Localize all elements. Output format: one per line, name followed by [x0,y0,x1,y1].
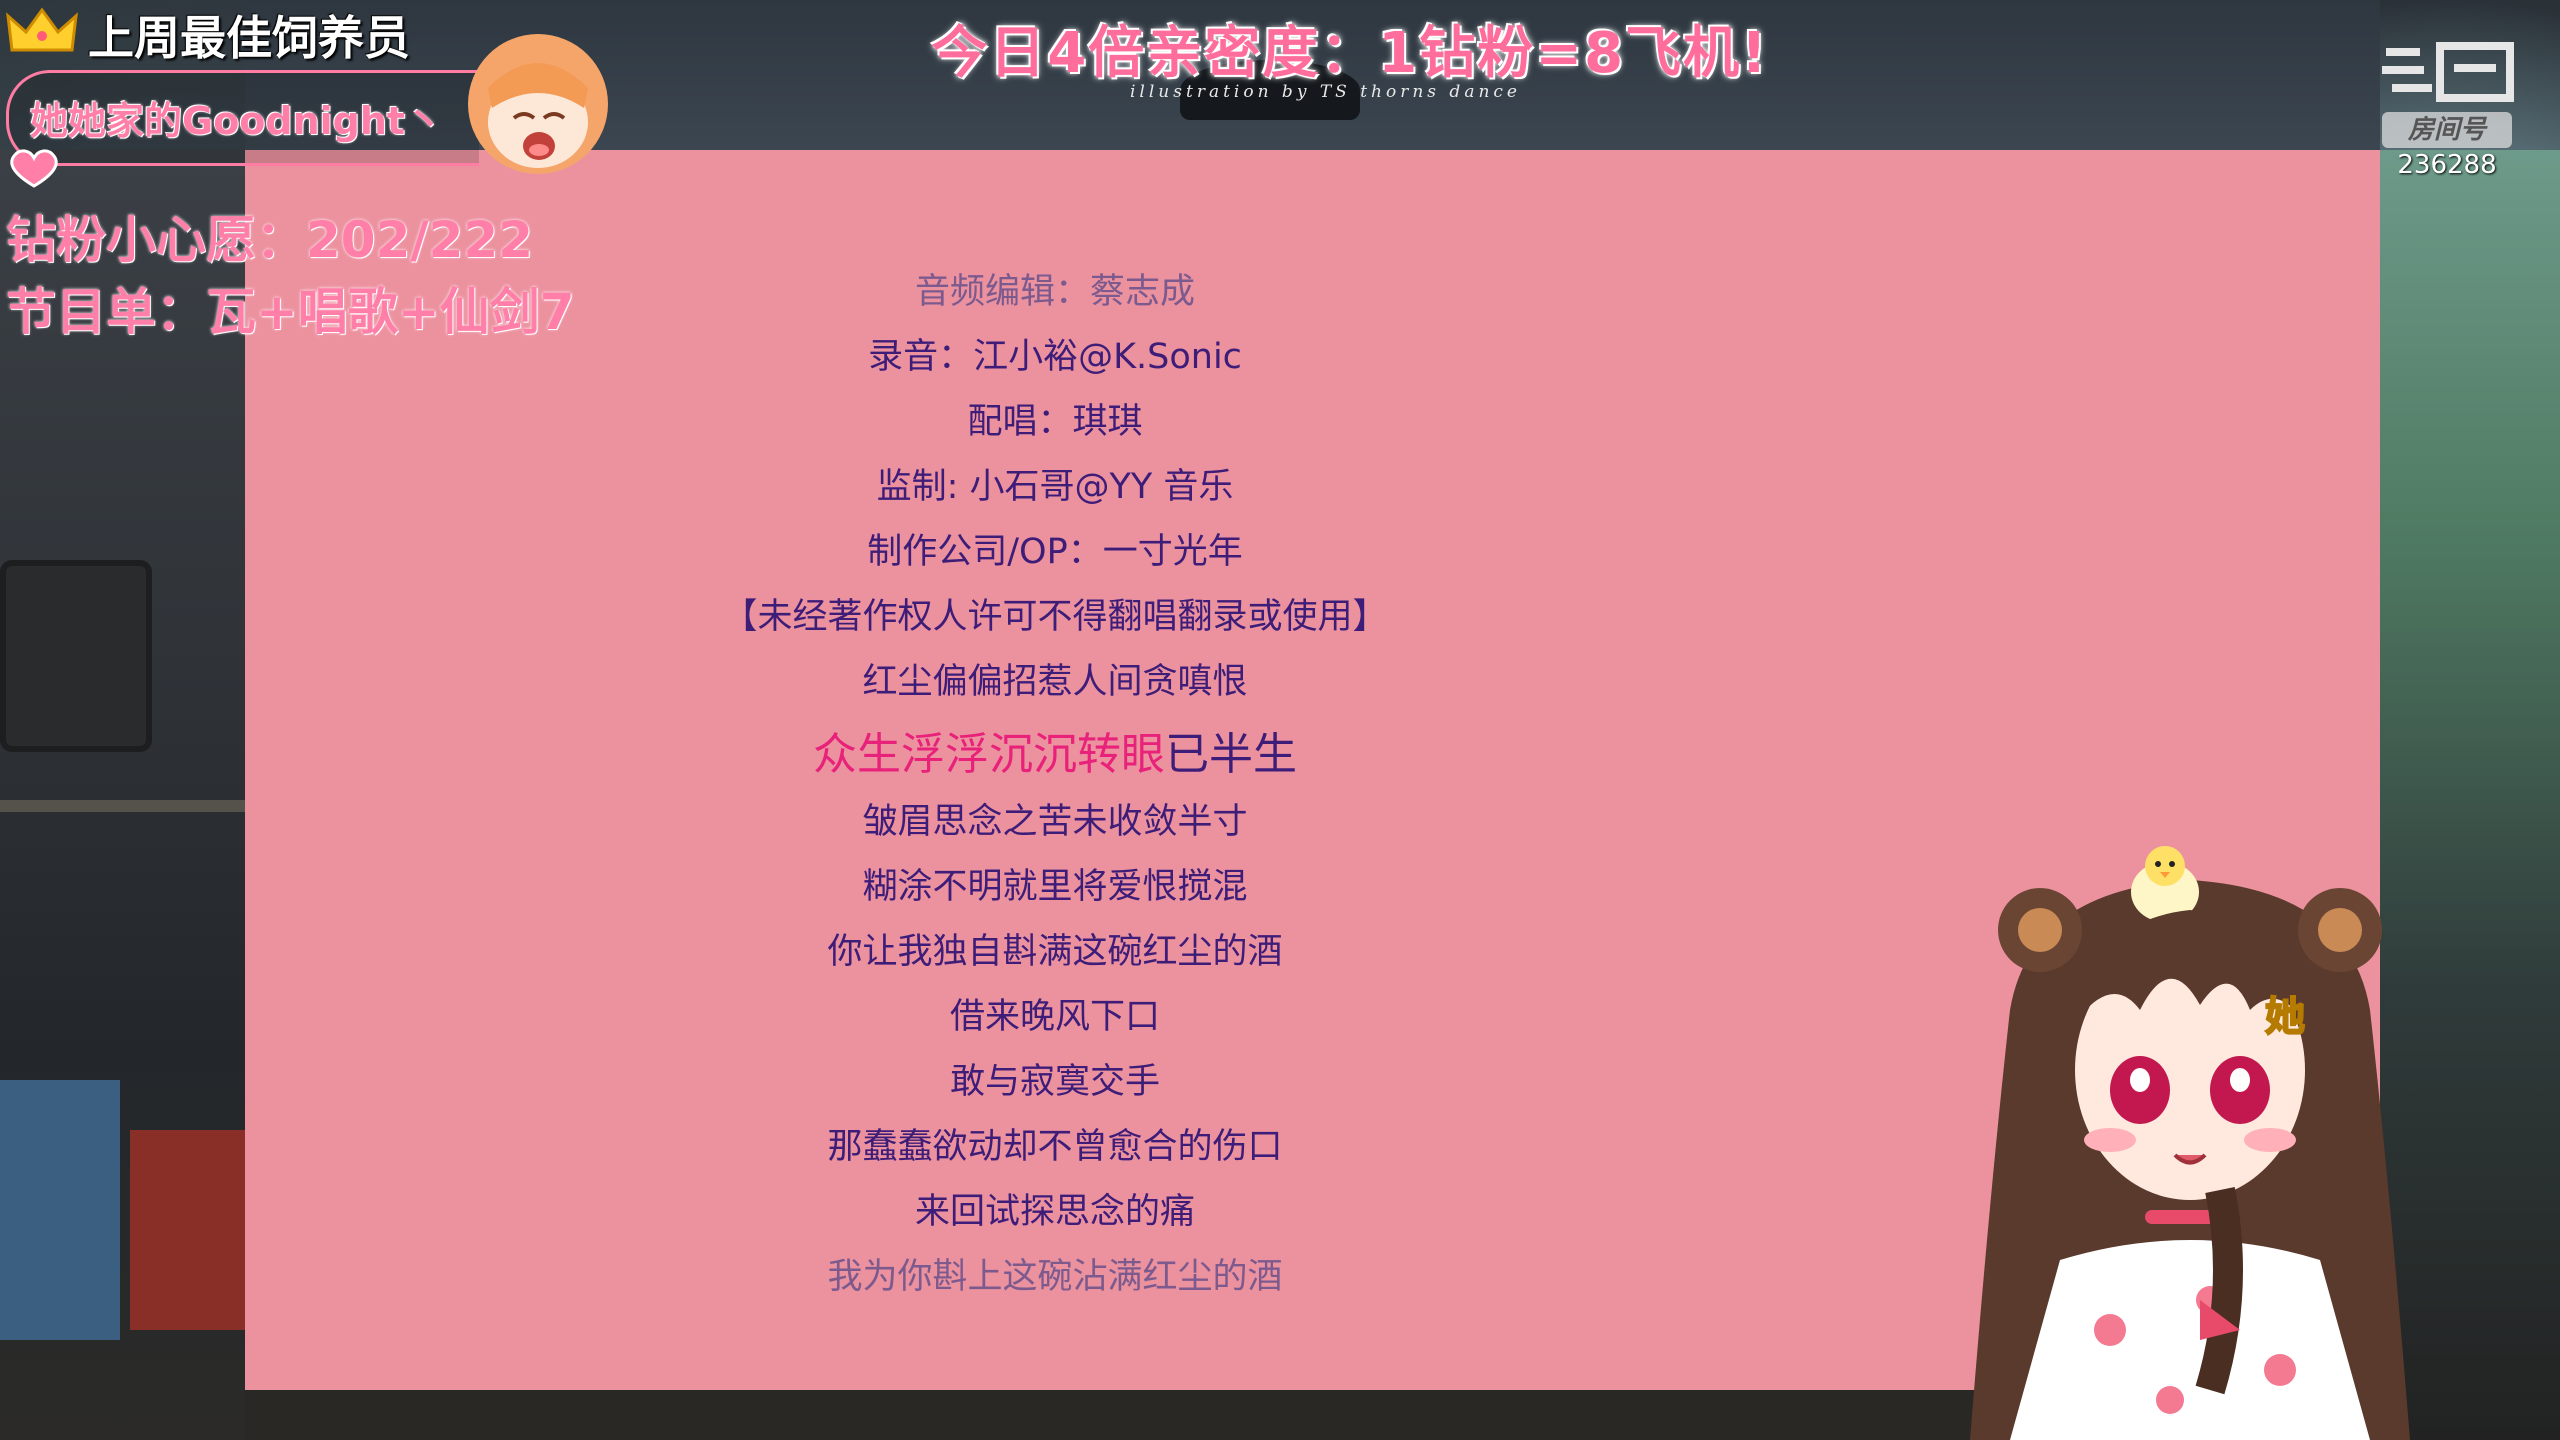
crown-icon [6,7,78,52]
room-number: 236288 [2397,150,2497,180]
lyric-line: 敢与寂寞交手 [949,1062,1160,1102]
best-feeder-title: 上周最佳饲养员 [88,11,410,65]
lyric-sung-part: 众生浮浮沉沉转眼 [813,729,1165,780]
douyu-logo-icon [2382,42,2514,102]
avatar [468,34,608,174]
lyric-line: 【未经著作权人许可不得翻唱翻录或使用】 [722,597,1388,637]
lyric-line: 红尘偏偏招惹人间贪嗔恨 [862,662,1248,702]
promo-banner: 今日4倍亲密度：1钻粉=8飞机! [931,21,1769,86]
background-cabinet [0,1080,120,1340]
background-book [130,1130,245,1330]
lyric-line: 来回试探思念的痛 [914,1192,1195,1232]
background-shelf [0,800,245,812]
lyric-line: 监制: 小石哥@YY 音乐 [876,467,1234,507]
illustration-credit: illustration by TS thorns dance [1130,82,1521,102]
lyric-line: 皱眉思念之苦未收敛半寸 [862,802,1248,842]
heart-icon [10,149,58,188]
lyric-line: 制作公司/OP：一寸光年 [867,532,1243,572]
lyric-line: 借来晚风下口 [949,997,1160,1037]
vtuber-character: 她 [1970,846,2410,1440]
background-tv [0,560,152,752]
lyric-line: 你让我独自斟满这碗红尘的酒 [827,932,1283,972]
svg-text:她: 她 [2265,994,2305,1040]
program-list: 节目单：瓦+唱歌+仙剑7 [6,283,575,341]
lyric-line: 那蠢蠢欲动却不曾愈合的伤口 [827,1127,1283,1167]
best-feeder-name: 她她家的Goodnight丶 [30,99,444,143]
lyric-line: 我为你斟上这碗沾满红尘的酒 [827,1257,1283,1297]
lyric-line: 配唱：琪琪 [967,402,1143,442]
lyric-line: 糊涂不明就里将爱恨搅混 [862,867,1248,907]
diamond-wish-counter: 钻粉小心愿：202/222 [6,211,534,269]
room-badge: 房间号 [2382,112,2512,148]
lyric-unsung-part: 已半生 [1165,729,1297,780]
lyric-line-current: 众生浮浮沉沉转眼已半生 [245,718,1865,782]
